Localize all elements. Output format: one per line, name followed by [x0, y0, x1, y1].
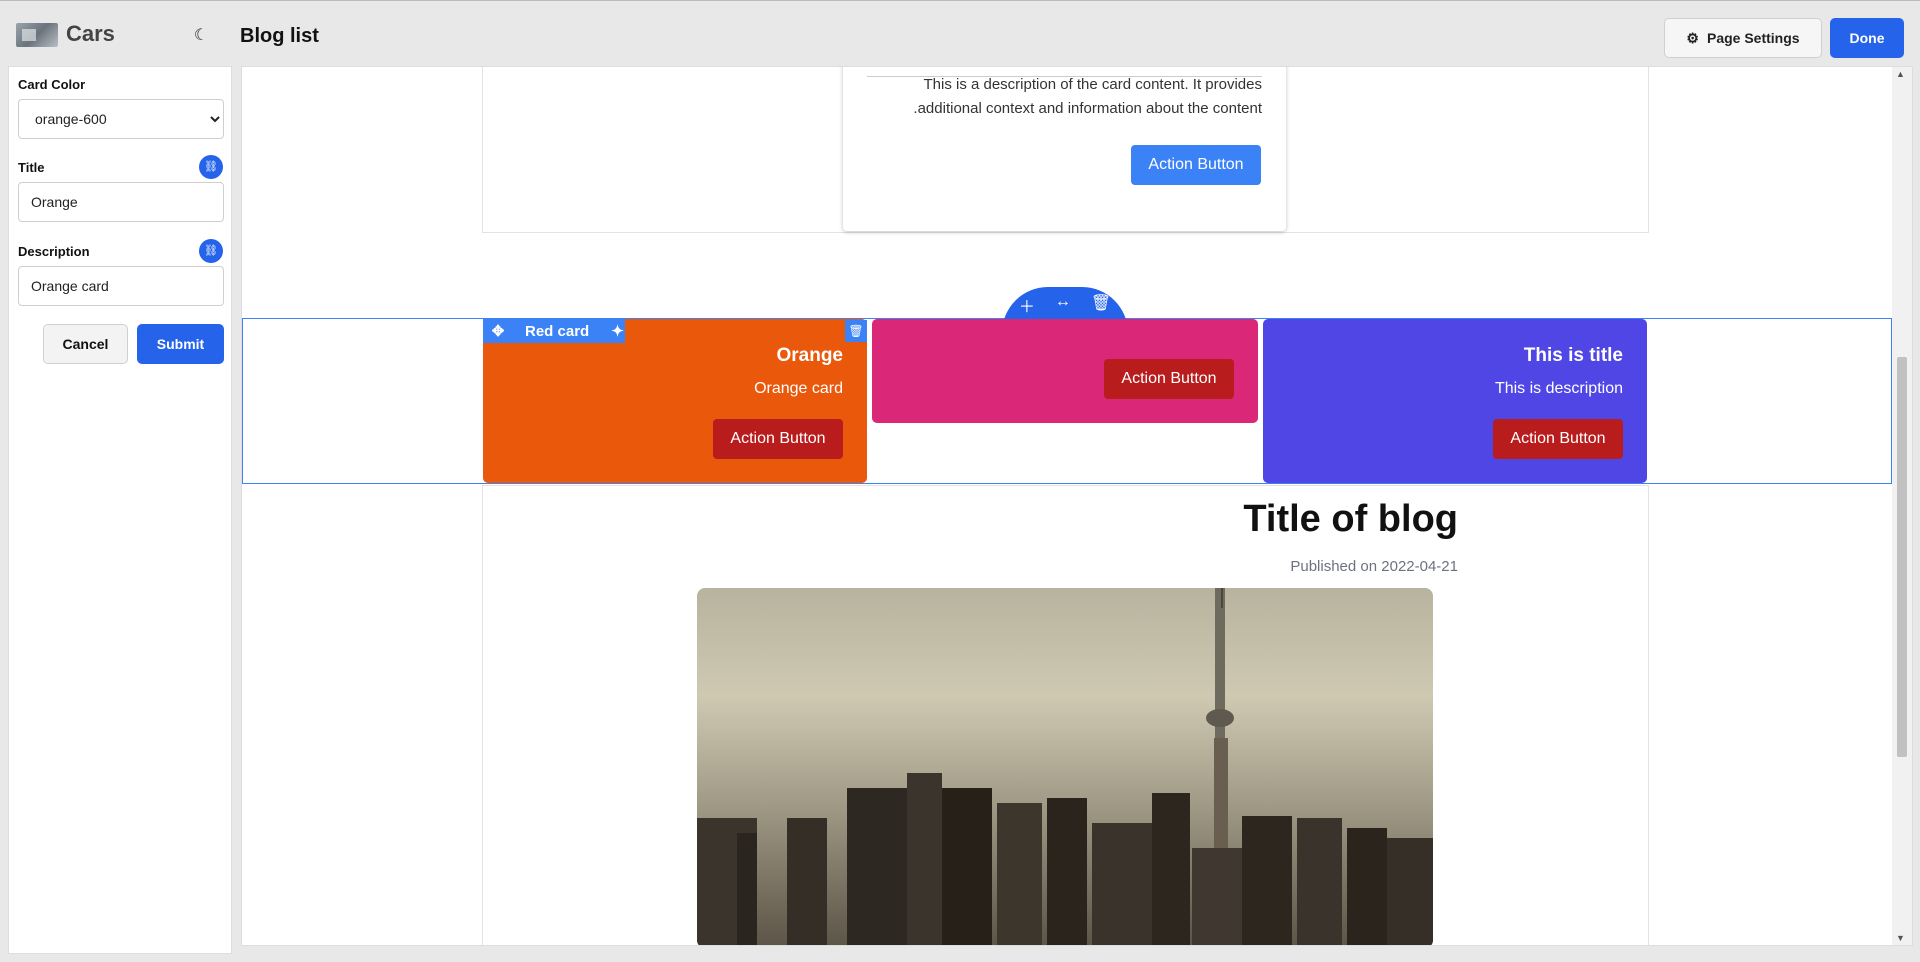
- top-card: This is a description of the card conten…: [843, 67, 1286, 231]
- card-title: This is title: [1523, 345, 1623, 366]
- top-card-description: This is a description of the card conten…: [913, 76, 1262, 117]
- submit-button[interactable]: Submit: [137, 324, 224, 364]
- card-name-tag: Red card: [525, 322, 590, 340]
- done-button[interactable]: Done: [1830, 18, 1904, 58]
- blog-title: Title of blog: [1243, 498, 1458, 540]
- action-button[interactable]: Action Button: [1131, 145, 1261, 185]
- card-color-label: Card Color: [18, 77, 86, 92]
- editor-canvas[interactable]: This is a description of the card conten…: [241, 66, 1913, 946]
- action-button[interactable]: Action Button: [1493, 419, 1623, 459]
- description-input[interactable]: [18, 266, 224, 306]
- cancel-button[interactable]: Cancel: [43, 324, 128, 364]
- title-input[interactable]: [18, 182, 224, 222]
- orange-card[interactable]: ✥ Red card ✦ 🗑 Orange Orange card Action…: [483, 319, 867, 483]
- blog-image: [697, 588, 1433, 945]
- link-icon[interactable]: ⛓: [199, 239, 223, 263]
- move-icon[interactable]: ✥: [487, 322, 509, 340]
- card-title: Orange: [776, 345, 843, 366]
- description-label: Description: [18, 244, 90, 259]
- scroll-down-icon[interactable]: ▼: [1896, 933, 1905, 943]
- page-settings-button[interactable]: ⚙ Page Settings: [1664, 18, 1822, 58]
- card-description: This is description: [1494, 380, 1623, 397]
- gear-icon: ⚙: [1686, 29, 1699, 46]
- scroll-thumb[interactable]: [1897, 357, 1907, 757]
- blog-published-date: Published on 2022-04-21: [1290, 558, 1458, 575]
- card-description: Orange card: [754, 380, 843, 397]
- app-name: Cars: [66, 21, 115, 46]
- page-settings-label: Page Settings: [1706, 30, 1800, 46]
- action-button[interactable]: Action Button: [713, 419, 843, 459]
- action-button[interactable]: Action Button: [1104, 359, 1234, 399]
- card-toolbar: ✥ Red card ✦: [483, 319, 625, 343]
- pink-card[interactable]: Action Button: [872, 319, 1258, 423]
- moon-icon[interactable]: ☾: [190, 25, 212, 47]
- page-title: Blog list: [240, 25, 319, 47]
- canvas-scrollbar[interactable]: ▲ ▼: [1892, 67, 1912, 945]
- sparkle-icon[interactable]: ✦: [611, 322, 624, 340]
- title-label: Title: [18, 160, 45, 175]
- scroll-up-icon[interactable]: ▲: [1896, 69, 1905, 79]
- top-bar: Cars ☾ Blog list ⚙ Page Settings Done: [0, 0, 1920, 66]
- indigo-card[interactable]: This is title This is description Action…: [1263, 319, 1647, 483]
- properties-panel: Card Color orange-600 Title ⛓ Descriptio…: [8, 66, 232, 954]
- link-icon[interactable]: ⛓: [199, 155, 223, 179]
- card-color-select[interactable]: orange-600: [18, 99, 224, 139]
- trash-icon[interactable]: 🗑: [845, 320, 867, 342]
- app-logo: [16, 23, 58, 47]
